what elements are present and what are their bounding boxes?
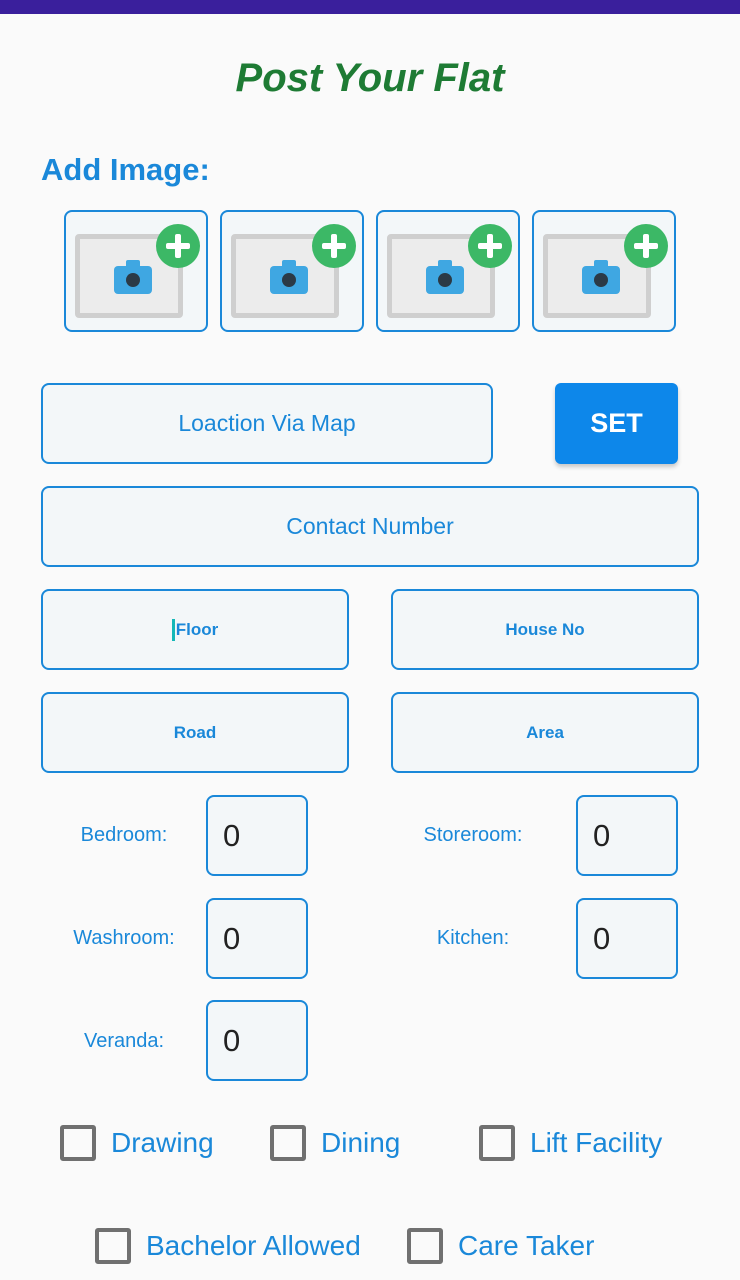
house-no-input[interactable]: House No bbox=[391, 589, 699, 670]
area-placeholder: Area bbox=[526, 722, 564, 742]
care-taker-checkbox-label: Care Taker bbox=[458, 1230, 595, 1261]
plus-icon[interactable] bbox=[468, 224, 512, 268]
care-taker-checkbox[interactable]: Care Taker bbox=[407, 1228, 594, 1264]
lift-facility-checkbox[interactable]: Lift Facility bbox=[479, 1125, 662, 1161]
dining-checkbox[interactable]: Dining bbox=[270, 1125, 400, 1161]
bedroom-label: Bedroom: bbox=[80, 824, 168, 846]
floor-placeholder: Floor bbox=[175, 619, 219, 639]
drawing-checkbox[interactable]: Drawing bbox=[60, 1125, 214, 1161]
lift-facility-checkbox-label: Lift Facility bbox=[530, 1127, 663, 1158]
camera-icon bbox=[114, 260, 152, 294]
location-map-placeholder: Loaction Via Map bbox=[178, 410, 356, 436]
area-input[interactable]: Area bbox=[391, 692, 699, 773]
bachelor-allowed-checkbox-label: Bachelor Allowed bbox=[146, 1230, 361, 1261]
plus-icon[interactable] bbox=[312, 224, 356, 268]
camera-icon bbox=[270, 260, 308, 294]
image-slot-1[interactable] bbox=[64, 210, 208, 332]
checkbox-square[interactable] bbox=[60, 1125, 96, 1161]
camera-icon bbox=[582, 260, 620, 294]
plus-icon[interactable] bbox=[624, 224, 668, 268]
veranda-count-input[interactable]: 0 bbox=[206, 1000, 308, 1081]
checkbox-square[interactable] bbox=[479, 1125, 515, 1161]
page-title: Post Your Flat bbox=[235, 56, 505, 100]
contact-number-placeholder: Contact Number bbox=[286, 513, 454, 539]
camera-icon bbox=[426, 260, 464, 294]
bachelor-allowed-checkbox[interactable]: Bachelor Allowed bbox=[95, 1228, 361, 1264]
location-map-input[interactable]: Loaction Via Map bbox=[41, 383, 493, 464]
contact-number-input[interactable]: Contact Number bbox=[41, 486, 699, 567]
add-image-label: Add Image: bbox=[41, 152, 210, 187]
storeroom-count-input[interactable]: 0 bbox=[576, 795, 678, 876]
checkbox-square[interactable] bbox=[270, 1125, 306, 1161]
checkbox-square[interactable] bbox=[407, 1228, 443, 1264]
image-slot-4[interactable] bbox=[532, 210, 676, 332]
veranda-label: Veranda: bbox=[83, 1030, 165, 1052]
washroom-label: Washroom: bbox=[73, 927, 175, 949]
image-slot-3[interactable] bbox=[376, 210, 520, 332]
road-input[interactable]: Road bbox=[41, 692, 349, 773]
checkbox-square[interactable] bbox=[95, 1228, 131, 1264]
floor-input[interactable]: Floor bbox=[41, 589, 349, 670]
bedroom-count-input[interactable]: 0 bbox=[206, 795, 308, 876]
set-location-button[interactable]: SET bbox=[555, 383, 678, 464]
text-cursor bbox=[171, 618, 175, 641]
washroom-count-input[interactable]: 0 bbox=[206, 898, 308, 979]
status-bar bbox=[0, 0, 740, 14]
plus-icon[interactable] bbox=[156, 224, 200, 268]
kitchen-count-input[interactable]: 0 bbox=[576, 898, 678, 979]
house-no-placeholder: House No bbox=[505, 619, 585, 639]
road-placeholder: Road bbox=[173, 722, 217, 742]
kitchen-label: Kitchen: bbox=[436, 927, 510, 949]
drawing-checkbox-label: Drawing bbox=[111, 1127, 214, 1158]
image-slot-2[interactable] bbox=[220, 210, 364, 332]
storeroom-label: Storeroom: bbox=[423, 824, 523, 846]
dining-checkbox-label: Dining bbox=[321, 1127, 401, 1158]
